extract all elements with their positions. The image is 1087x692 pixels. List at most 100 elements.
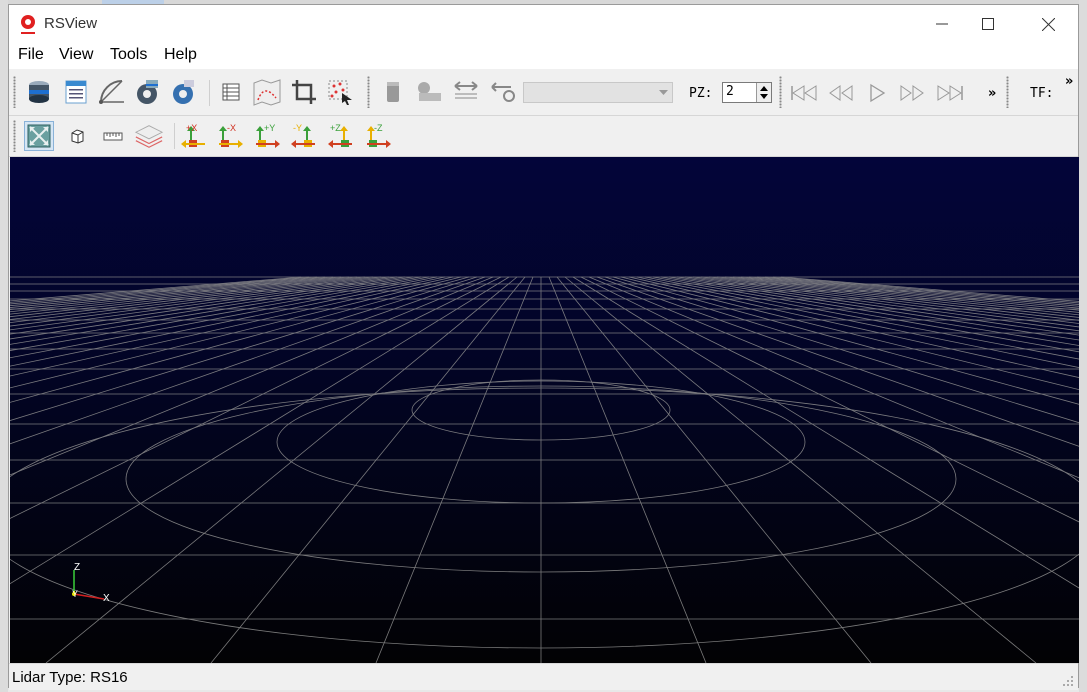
view-neg-y-button[interactable]: -Y: [289, 121, 319, 151]
toolbar-grip[interactable]: [13, 120, 16, 152]
calibration-icon: [491, 82, 515, 102]
axis-y-label: Y: [72, 589, 78, 599]
menu-tools[interactable]: Tools: [110, 46, 147, 64]
toolbar-grip[interactable]: [367, 76, 370, 108]
toolbar-overflow-right-button[interactable]: »: [1065, 74, 1073, 89]
maximize-button[interactable]: [965, 5, 1011, 43]
crop-icon: [292, 80, 316, 104]
tf-label: TF:: [1030, 86, 1054, 101]
view-pos-y-label: +Y: [264, 123, 275, 133]
projection-button[interactable]: [62, 121, 92, 151]
calibration-button[interactable]: [488, 77, 518, 107]
ruler-button[interactable]: [98, 121, 128, 151]
protractor-button[interactable]: [97, 77, 127, 107]
gear-sensor-icon: [137, 80, 158, 104]
spin-up-down-icon: [760, 86, 768, 99]
axis-view-icon: -Y: [291, 123, 315, 148]
pz-spinbox[interactable]: 2: [722, 82, 772, 103]
minimize-icon: [936, 23, 948, 25]
play-button[interactable]: [862, 78, 892, 108]
reset-camera-button[interactable]: [24, 121, 54, 151]
status-text: Lidar Type: RS16: [12, 669, 128, 686]
ruler-icon: [103, 132, 123, 141]
fast-forward-icon: [900, 85, 924, 101]
menu-help[interactable]: Help: [164, 46, 197, 64]
select-points-button[interactable]: [325, 77, 355, 107]
title-bar[interactable]: RSView: [9, 5, 1078, 43]
view-neg-x-label: -X: [227, 123, 236, 133]
view-neg-y-label: -Y: [293, 123, 302, 133]
axis-view-icon: +X: [181, 123, 205, 148]
sensor-mount-button[interactable]: [414, 77, 444, 107]
status-bar: Lidar Type: RS16: [9, 663, 1078, 690]
maximize-icon: [982, 18, 994, 30]
crop-button[interactable]: [289, 77, 319, 107]
view-pos-x-label: +X: [186, 123, 197, 133]
resize-grip-icon[interactable]: [1062, 675, 1074, 687]
database-icon: [29, 81, 49, 103]
rewind-icon: [829, 85, 853, 101]
grid-view[interactable]: Z Y X: [10, 157, 1079, 663]
sensor-mount-icon: [418, 82, 441, 101]
view-toolbar: +X -X +Y -Y +Z -Z: [9, 116, 1078, 157]
pz-value: 2: [726, 84, 734, 99]
chevron-down-icon: [659, 90, 668, 95]
view-pos-x-button[interactable]: +X: [179, 121, 209, 151]
rsview-window: RSView File View Tools Help PZ: 2 » TF: …: [8, 4, 1079, 690]
protractor-icon: [99, 80, 124, 104]
table-icon: [222, 83, 240, 101]
view-pos-y-button[interactable]: +Y: [252, 121, 282, 151]
map-button[interactable]: [252, 77, 282, 107]
skip-last-icon: [937, 85, 963, 101]
previous-frame-button[interactable]: [826, 78, 856, 108]
view-neg-z-label: -Z: [374, 123, 383, 133]
toolbar-grip[interactable]: [1006, 76, 1009, 108]
last-frame-button[interactable]: [935, 78, 965, 108]
gear-device-icon: [173, 80, 194, 104]
distance-button[interactable]: [451, 77, 481, 107]
menu-file[interactable]: File: [18, 46, 44, 64]
next-frame-button[interactable]: [897, 78, 927, 108]
view-neg-z-button[interactable]: -Z: [363, 121, 393, 151]
skip-first-icon: [791, 85, 817, 101]
cube-icon: [71, 129, 84, 144]
spin-arrows[interactable]: [756, 83, 771, 102]
axis-view-icon: +Z: [328, 123, 352, 148]
view-pos-z-label: +Z: [330, 123, 341, 133]
toolbar-grip[interactable]: [13, 76, 16, 108]
toolbar-overflow-button[interactable]: »: [988, 86, 996, 101]
axis-z-label: Z: [74, 562, 80, 573]
layers-button[interactable]: [134, 121, 164, 151]
axis-view-icon: +Y: [256, 123, 280, 148]
device-settings-button[interactable]: [169, 77, 199, 107]
open-database-button[interactable]: [24, 77, 54, 107]
map-icon: [253, 79, 281, 106]
toolbar-separator: [209, 80, 210, 106]
3d-viewport[interactable]: Z Y X: [10, 157, 1079, 663]
view-pos-z-button[interactable]: +Z: [326, 121, 356, 151]
close-button[interactable]: [1025, 5, 1071, 43]
frame-select[interactable]: [523, 82, 673, 103]
rsview-logo-icon: [21, 15, 35, 34]
first-frame-button[interactable]: [789, 78, 819, 108]
pz-label: PZ:: [689, 86, 713, 101]
layers-icon: [134, 125, 164, 148]
axis-x-label: X: [103, 593, 110, 604]
main-toolbar: PZ: 2 » TF: »: [9, 70, 1078, 116]
binary-file-icon: [65, 80, 87, 104]
close-icon: [1041, 17, 1055, 31]
toolbar-separator: [174, 123, 175, 149]
window-title: RSView: [44, 15, 98, 32]
lidar-device-button[interactable]: [378, 77, 408, 107]
toolbar-grip[interactable]: [779, 76, 782, 108]
open-pcap-button[interactable]: [61, 77, 91, 107]
spreadsheet-button[interactable]: [216, 77, 246, 107]
minimize-button[interactable]: [919, 5, 965, 43]
reset-camera-icon: [27, 124, 51, 148]
axis-view-icon: -Z: [367, 123, 391, 148]
menu-view[interactable]: View: [59, 46, 93, 64]
sensor-settings-button[interactable]: [133, 77, 163, 107]
play-icon: [870, 83, 886, 103]
view-neg-x-button[interactable]: -X: [215, 121, 245, 151]
axis-view-icon: -X: [219, 123, 243, 148]
